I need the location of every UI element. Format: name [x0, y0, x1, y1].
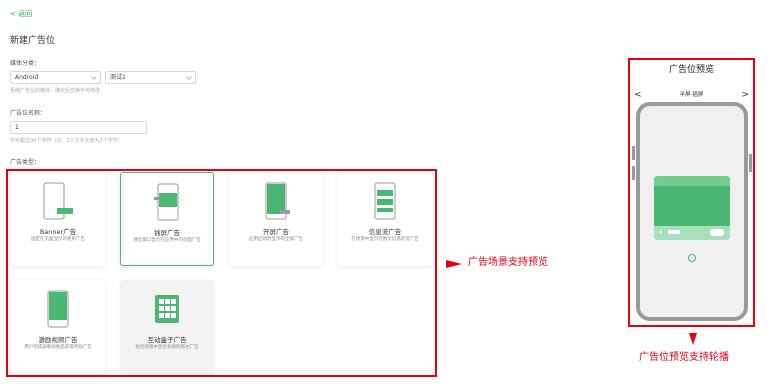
ad-type-card-interactive-box[interactable]: 互动盒子广告 组合场景中显示多格的图文广告 [120, 280, 214, 374]
page-title: 新建广告位 [10, 36, 56, 46]
ad-text-bar [668, 230, 680, 234]
interactive-box-ad-icon [155, 295, 179, 323]
ad-type-card-splash[interactable]: 开屏广告 应用启动时显示的全屏广告 [229, 172, 323, 266]
splash-ad-icon [265, 182, 290, 220]
preview-title: 广告位预览 [668, 65, 714, 75]
ad-bottom-bar [654, 226, 730, 240]
phone-side-button [749, 154, 752, 172]
annotation-carousel-preview: 广告位预览支持轮播 [639, 352, 729, 363]
preview-scene-label: 半屏·插屏 [679, 92, 704, 98]
red-arrow-down-icon [688, 330, 698, 349]
ad-type-label: 广告类型： [10, 159, 41, 166]
ad-type-card-feed[interactable]: 信息流广告 在场景中显示在图文信息的流广告 [338, 172, 432, 266]
slot-name-input[interactable]: 1 [10, 121, 147, 134]
rewarded-video-ad-icon [47, 290, 69, 328]
ad-type-desc: 固定在页面显示的矩形广告 [31, 237, 85, 242]
ad-type-desc: 应用启动时显示的全屏广告 [249, 237, 303, 242]
ad-type-card-rewarded-video[interactable]: 激励视频广告 用户完成观看视频后获得奖励广告 [11, 280, 105, 374]
banner-ad-icon [43, 182, 73, 220]
ad-cta-button [710, 229, 724, 236]
phone-side-button [632, 166, 635, 180]
ad-type-name: 激励视频广告 [38, 336, 78, 344]
ad-type-name: 开屏广告 [263, 228, 289, 236]
platform-value: Android [15, 74, 39, 81]
chevron-down-icon [186, 74, 192, 80]
ad-type-name: 信息流广告 [368, 228, 402, 236]
ad-type-name: 互动盒子广告 [147, 336, 187, 344]
ad-type-name: Banner广告 [39, 228, 77, 236]
phone-mockup [632, 102, 752, 321]
ad-type-desc: 组合场景中显示多格的图文广告 [135, 345, 199, 350]
preview-highlight-box: 广告位预览 < > 半屏·插屏 [628, 58, 755, 327]
app-value: 测试1 [110, 74, 126, 81]
ad-type-name: 插屏广告 [154, 229, 180, 237]
phone-side-button [632, 146, 635, 160]
ad-type-desc: 弹出窗口显示在应用中的页面广告 [133, 238, 201, 243]
platform-select[interactable]: Android [10, 71, 101, 84]
slot-name-hint: 不可超过30个字符（注：1个汉字长度为2个字符） [10, 138, 123, 144]
close-icon[interactable] [688, 254, 696, 262]
app-select[interactable]: 测试1 [105, 71, 196, 84]
ad-type-desc: 在场景中显示在图文信息的流广告 [351, 237, 419, 242]
back-link[interactable]: < 返回 [10, 9, 32, 19]
ad-icon-dot [660, 231, 662, 233]
ad-top-bar [654, 176, 730, 186]
ad-type-card-banner[interactable]: Banner广告 固定在页面显示的矩形广告 [11, 172, 105, 266]
chevron-down-icon [91, 74, 97, 80]
ad-type-card-interstitial[interactable]: 插屏广告 弹出窗口显示在应用中的页面广告 [120, 172, 214, 266]
annotation-scene-preview: 广告场景支持预览 [468, 257, 548, 268]
interstitial-ad-icon [154, 183, 179, 221]
ad-type-desc: 用户完成观看视频后获得奖励广告 [24, 345, 92, 350]
media-category-hint: 拒绝广告位的媒体，确定后交换不可修改 [10, 88, 101, 94]
preview-interstitial-ad [654, 176, 730, 240]
feed-ad-icon [374, 182, 396, 220]
red-arrow-right-icon [446, 254, 462, 273]
slot-name-label: 广告位名称： [10, 110, 47, 117]
media-category-label: 媒体分类： [10, 60, 41, 67]
